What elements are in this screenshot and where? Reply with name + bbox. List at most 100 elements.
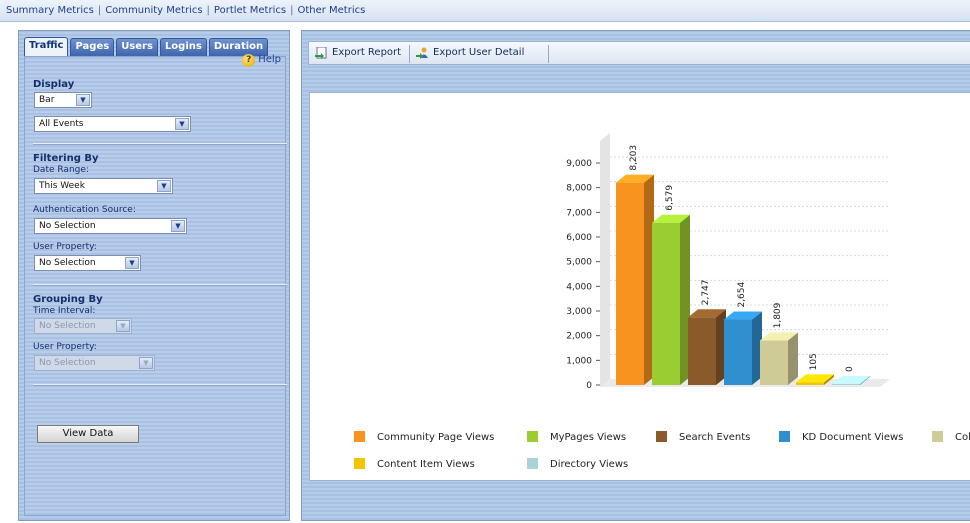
legend-swatch xyxy=(527,458,538,469)
bar-4 xyxy=(724,311,762,385)
chart-side-wall xyxy=(600,133,610,387)
nav-separator: | xyxy=(206,5,210,16)
legend-label: Directory Views xyxy=(550,459,628,470)
chevron-down-icon: ▼ xyxy=(139,357,153,369)
bar-2 xyxy=(652,214,690,385)
bar-front xyxy=(796,382,824,385)
tab-pages[interactable]: Pages xyxy=(70,38,115,56)
nav-other-metrics[interactable]: Other Metrics xyxy=(297,5,365,16)
group-user-property-select[interactable]: No Selection ▼ xyxy=(34,355,155,371)
legend-label: Search Events xyxy=(679,432,750,443)
nav-separator: | xyxy=(290,5,294,16)
bar-side xyxy=(788,332,798,385)
section-divider xyxy=(33,143,287,145)
time-interval-value: No Selection xyxy=(39,321,96,331)
legend-swatch xyxy=(354,458,365,469)
y-tick-label: 1,000 xyxy=(566,356,592,366)
section-divider xyxy=(33,284,287,286)
chevron-down-icon: ▼ xyxy=(157,180,171,192)
grouping-heading: Grouping By xyxy=(33,294,103,305)
bar-1 xyxy=(616,174,654,385)
y-tick-label: 4,000 xyxy=(566,282,592,292)
events-select[interactable]: All Events ▼ xyxy=(34,116,191,132)
section-divider xyxy=(33,384,287,386)
bar-front xyxy=(760,340,788,385)
chevron-down-icon: ▼ xyxy=(76,94,90,106)
view-data-button[interactable]: View Data xyxy=(37,425,139,443)
export-toolbar: Export Report Export User Detail xyxy=(308,41,970,65)
tab-users[interactable]: Users xyxy=(116,38,158,56)
bar-front xyxy=(724,319,752,385)
bar-data-label: 0 xyxy=(845,366,855,372)
y-tick-label: 0 xyxy=(586,381,592,391)
metrics-nav-bar: Summary Metrics | Community Metrics | Portle… xyxy=(0,0,970,22)
legend-label: Content Item Views xyxy=(377,459,475,470)
legend-label: KD Document Views xyxy=(802,432,903,443)
bar-5 xyxy=(760,332,798,385)
nav-summary-metrics[interactable]: Summary Metrics xyxy=(6,5,94,16)
legend-swatch xyxy=(656,431,667,442)
nav-portlet-metrics[interactable]: Portlet Metrics xyxy=(214,5,286,16)
user-property-select[interactable]: No Selection ▼ xyxy=(34,255,141,271)
bar-3 xyxy=(688,309,726,385)
chevron-down-icon: ▼ xyxy=(171,220,185,232)
bar-front xyxy=(616,182,644,385)
group-user-property-label: User Property: xyxy=(33,342,97,352)
chart-panel: Export Report Export User Detail 0 1,000 2… xyxy=(301,30,970,521)
y-tick-label: 5,000 xyxy=(566,258,592,268)
options-panel: Traffic Pages Users Logins Duration ? Hel… xyxy=(18,30,290,521)
export-user-icon xyxy=(416,47,428,59)
bar-data-label: 8,203 xyxy=(629,145,639,171)
chart-type-select[interactable]: Bar ▼ xyxy=(34,92,92,108)
y-tick-label: 3,000 xyxy=(566,307,592,317)
help-icon: ? xyxy=(242,54,256,67)
group-user-property-value: No Selection xyxy=(39,358,96,368)
legend-swatch xyxy=(932,431,943,442)
date-range-select[interactable]: This Week ▼ xyxy=(34,178,173,194)
bar-data-label: 1,809 xyxy=(773,302,783,328)
chart-area: 0 1,000 2,000 3,000 4,000 5,000 6,000 7,000 8,00… xyxy=(309,92,970,481)
bar-front xyxy=(652,222,680,385)
bar-data-label: 2,654 xyxy=(737,281,747,307)
legend-label: MyPages Views xyxy=(550,432,626,443)
auth-source-select[interactable]: No Selection ▼ xyxy=(34,218,187,234)
nav-community-metrics[interactable]: Community Metrics xyxy=(105,5,202,16)
time-interval-label: Time Interval: xyxy=(33,306,96,316)
legend-swatch xyxy=(354,431,365,442)
tab-logins[interactable]: Logins xyxy=(159,38,207,56)
y-tick-label: 8,000 xyxy=(566,184,592,194)
events-value: All Events xyxy=(39,119,84,129)
display-heading: Display xyxy=(33,79,75,90)
auth-source-label: Authentication Source: xyxy=(33,205,136,215)
y-tick-label: 7,000 xyxy=(566,208,592,218)
date-range-value: This Week xyxy=(39,181,85,191)
export-user-detail-button[interactable]: Export User Detail xyxy=(416,45,524,62)
auth-source-value: No Selection xyxy=(39,221,96,231)
chevron-down-icon: ▼ xyxy=(175,118,189,130)
export-user-detail-label: Export User Detail xyxy=(433,47,525,58)
bar-front xyxy=(832,384,860,385)
date-range-label: Date Range: xyxy=(33,165,89,175)
help-link[interactable]: ? Help xyxy=(242,54,281,67)
bar-chart: 0 1,000 2,000 3,000 4,000 5,000 6,000 7,000 8,00… xyxy=(354,133,970,470)
bar-data-label: 6,579 xyxy=(665,185,675,211)
time-interval-select[interactable]: No Selection ▼ xyxy=(34,318,132,334)
chart-type-value: Bar xyxy=(39,95,55,105)
legend-label: Community Page Views xyxy=(377,432,494,443)
y-tick-label: 9,000 xyxy=(566,159,592,169)
metric-tabs: Traffic Pages Users Logins Duration xyxy=(24,37,269,57)
toolbar-separator xyxy=(548,45,549,63)
bar-data-label: 2,747 xyxy=(701,279,711,305)
export-report-label: Export Report xyxy=(332,47,402,58)
user-property-label: User Property: xyxy=(33,242,97,252)
chevron-down-icon: ▼ xyxy=(116,320,130,332)
legend-label: Col xyxy=(955,432,970,443)
export-report-button[interactable]: Export Report xyxy=(315,45,401,62)
legend-swatch xyxy=(779,431,790,442)
filtering-heading: Filtering By xyxy=(33,153,99,164)
bar-data-label: 105 xyxy=(809,353,819,370)
tab-traffic[interactable]: Traffic xyxy=(24,37,69,57)
user-property-value: No Selection xyxy=(39,258,96,268)
help-label: Help xyxy=(258,54,281,65)
bar-front xyxy=(688,317,716,385)
